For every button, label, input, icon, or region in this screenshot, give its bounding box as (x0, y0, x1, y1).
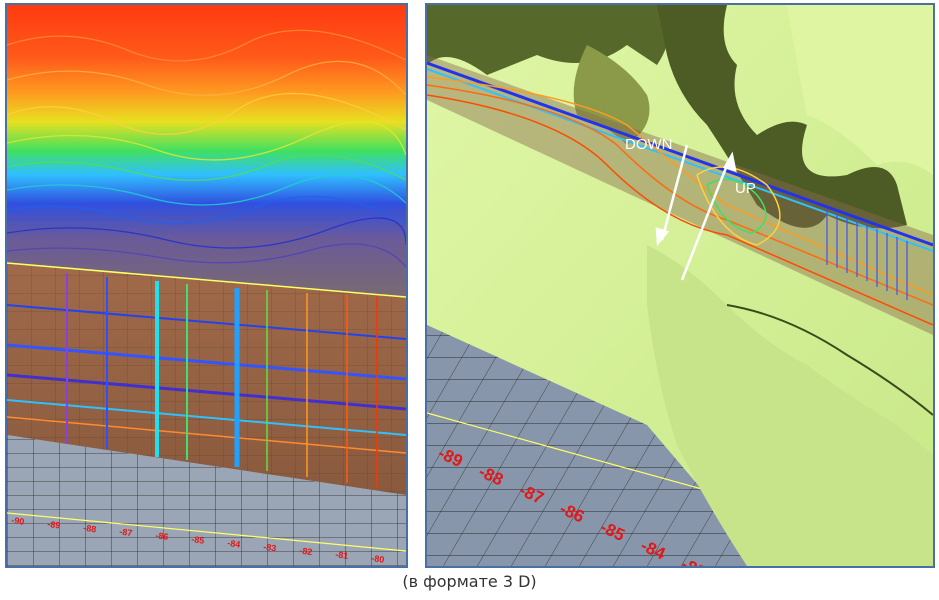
axis-tick-label: -83 (263, 542, 277, 554)
left-3d-view: -90 -89 -88 -87 -86 -85 -84 -83 -82 -81 -80 (5, 3, 408, 568)
top-surface (7, 5, 406, 297)
right-3d-scene: DOWN UP -89-88-87-86-85-84-83-82 (427, 5, 933, 566)
axis-tick-label: -86 (155, 530, 169, 542)
left-3d-scene: -90 -89 -88 -87 -86 -85 -84 -83 -82 -81 -80 (7, 5, 406, 566)
axis-tick-label: -85 (191, 534, 205, 546)
axis-tick-label: -89 (47, 519, 61, 531)
axis-tick-label: -90 (11, 515, 25, 527)
down-label: DOWN (625, 136, 673, 153)
axis-tick-label: -88 (83, 523, 97, 535)
axis-tick-label: -80 (371, 553, 385, 565)
figure-caption: (в формате 3 D) (402, 572, 537, 591)
axis-tick-label: -82 (299, 545, 313, 557)
up-label: UP (735, 180, 756, 197)
axis-tick-label: -87 (119, 526, 133, 538)
axis-tick-label: -81 (335, 549, 349, 561)
right-3d-view: DOWN UP -89-88-87-86-85-84-83-82 (425, 3, 935, 568)
axis-tick-label: -84 (227, 538, 241, 550)
